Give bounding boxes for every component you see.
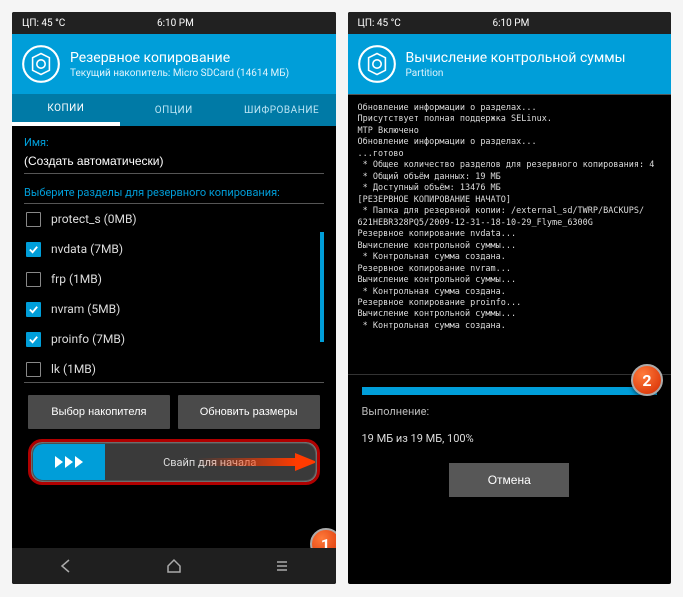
partition-label: lk (1MB) (51, 362, 96, 376)
checkbox-icon[interactable] (26, 212, 41, 227)
scrollbar[interactable] (320, 232, 324, 342)
partition-row[interactable]: proinfo (7MB) (24, 324, 324, 354)
partition-label: proinfo (7MB) (51, 332, 125, 346)
checkbox-icon[interactable] (26, 242, 41, 257)
callout-badge-2: 2 (631, 364, 663, 396)
select-storage-button[interactable]: Выбор накопителя (28, 395, 170, 429)
backup-name-input[interactable] (24, 151, 324, 174)
log-output[interactable]: Обновление информации о разделах... Прис… (348, 95, 672, 375)
partition-row[interactable]: nvdata (7MB) (24, 234, 324, 264)
refresh-sizes-button[interactable]: Обновить размеры (178, 395, 320, 429)
header: Вычисление контрольной суммы Partition (348, 34, 672, 94)
twrp-logo-icon (356, 43, 398, 85)
partition-label: nvram (5MB) (51, 302, 120, 316)
swipe-label: Свайп для начала (105, 456, 315, 469)
android-navbar (12, 548, 336, 584)
checkbox-icon[interactable] (26, 272, 41, 287)
partition-row[interactable]: protect_s (0MB) (24, 204, 324, 234)
phone-right: ЦП: 45 °C 6:10 PM Вычисление контрольной… (348, 12, 672, 584)
storage-subtitle: Текущий накопитель: Micro SDCard (14614 … (70, 68, 289, 79)
partition-row[interactable]: lk (1MB) (24, 354, 324, 383)
swipe-highlight: Свайп для начала (28, 439, 320, 485)
clock: 6:10 PM (157, 18, 194, 29)
name-label: Имя: (24, 136, 324, 149)
nav-menu-icon[interactable] (262, 558, 302, 574)
cpu-temp: ЦП: 45 °C (22, 18, 65, 29)
nav-home-icon[interactable] (154, 558, 194, 574)
partition-list[interactable]: protect_s (0MB) nvdata (7MB) frp (1MB) n… (24, 203, 324, 383)
checkbox-icon[interactable] (26, 362, 41, 377)
page-title: Вычисление контрольной суммы (406, 50, 626, 66)
execution-value: 19 МБ из 19 МБ, 100% (362, 432, 658, 445)
tabs: КОПИИ ОПЦИИ ШИФРОВАНИЕ (12, 94, 336, 126)
checkbox-icon[interactable] (26, 302, 41, 317)
status-bar: ЦП: 45 °C 6:10 PM (348, 12, 672, 34)
partition-row[interactable]: nvram (5MB) (24, 294, 324, 324)
tab-copies[interactable]: КОПИИ (12, 94, 120, 126)
cpu-temp: ЦП: 45 °C (358, 18, 401, 29)
page-title: Резервное копирование (70, 50, 289, 66)
partition-label: frp (1MB) (51, 272, 102, 286)
swipe-handle[interactable] (33, 444, 105, 480)
partition-row[interactable]: frp (1MB) (24, 264, 324, 294)
backup-form: Имя: Выберите разделы для резервного коп… (12, 126, 336, 495)
checkbox-icon[interactable] (26, 332, 41, 347)
partition-label: protect_s (0MB) (51, 212, 137, 226)
twrp-logo-icon (20, 43, 62, 85)
cancel-button[interactable]: Отмена (449, 463, 569, 497)
nav-back-icon[interactable] (46, 558, 86, 574)
partitions-label: Выберите разделы для резервного копирова… (24, 186, 324, 199)
partition-subtitle: Partition (406, 68, 626, 79)
status-bar: ЦП: 45 °C 6:10 PM (12, 12, 336, 34)
execution-label: Выполнение: (362, 405, 658, 418)
phone-left: ЦП: 45 °C 6:10 PM Резервное копирование … (12, 12, 336, 584)
partition-label: nvdata (7MB) (51, 242, 123, 256)
progress-bar (362, 387, 658, 395)
swipe-to-start[interactable]: Свайп для начала (33, 444, 315, 480)
tab-encryption[interactable]: ШИФРОВАНИЕ (228, 94, 336, 126)
progress-section: Выполнение: 19 МБ из 19 МБ, 100% Отмена (348, 375, 672, 497)
header: Резервное копирование Текущий накопитель… (12, 34, 336, 94)
tab-options[interactable]: ОПЦИИ (120, 94, 228, 126)
clock: 6:10 PM (493, 18, 530, 29)
